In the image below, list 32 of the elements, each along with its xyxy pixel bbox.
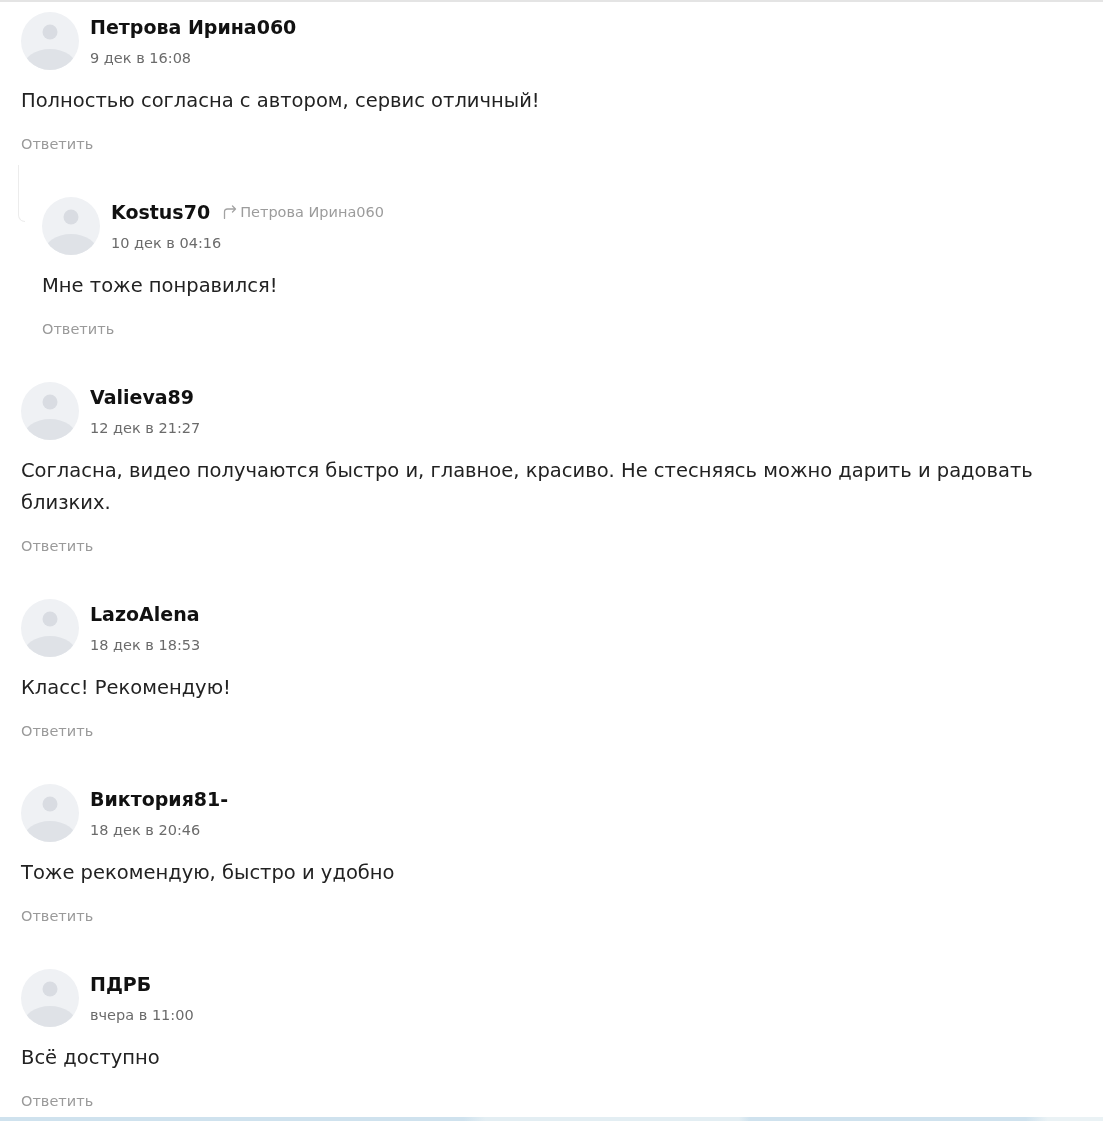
author-name: ПДРБ: [90, 972, 152, 996]
comment-text: Тоже рекомендую, быстро и удобно: [21, 860, 396, 886]
author-name: Kostus70: [111, 200, 211, 224]
reply-button[interactable]: Ответить: [42, 319, 115, 339]
comment-text: Класс! Рекомендую!: [21, 675, 232, 701]
reply-button[interactable]: Ответить: [21, 134, 94, 154]
avatar-icon: [21, 12, 79, 70]
comment-text: Согласна, видео получаются быстро и, главное, красиво. Не стесняясь можно дарить и радовать близких.: [21, 458, 1034, 516]
comment-text: Всё доступно: [21, 1045, 161, 1071]
comment-date: 12 дек в 21:27: [90, 419, 201, 438]
comment-text: Полностью согласна с автором, сервис отличный!: [21, 88, 541, 114]
avatar-icon: [21, 382, 79, 440]
comment-date: вчера в 11:00: [90, 1006, 194, 1025]
avatar-icon: [21, 599, 79, 657]
reply-button[interactable]: Ответить: [21, 906, 94, 926]
author-name: LazoAlena: [90, 602, 200, 626]
comment-date: 10 дек в 04:16: [111, 234, 223, 253]
comment-text: Мне тоже понравился!: [42, 273, 279, 299]
author-name: Valieva89: [90, 385, 195, 409]
comment-date: 18 дек в 18:53: [90, 636, 201, 655]
comment-date: 18 дек в 20:46: [90, 821, 202, 840]
avatar-icon: [21, 969, 79, 1027]
avatar-icon: [21, 784, 79, 842]
author-name: Петрова Ирина060: [90, 15, 297, 39]
comment-date: 9 дек в 16:08: [90, 49, 193, 68]
reply-button[interactable]: Ответить: [21, 721, 94, 741]
reply-button[interactable]: Ответить: [21, 1091, 94, 1111]
avatar-icon: [42, 197, 100, 255]
reply-to-link[interactable]: Петрова Ирина060: [223, 202, 385, 222]
reply-arrow-icon: [223, 205, 238, 219]
author-name: Виктория81-: [90, 787, 229, 811]
reply-button[interactable]: Ответить: [21, 536, 94, 556]
